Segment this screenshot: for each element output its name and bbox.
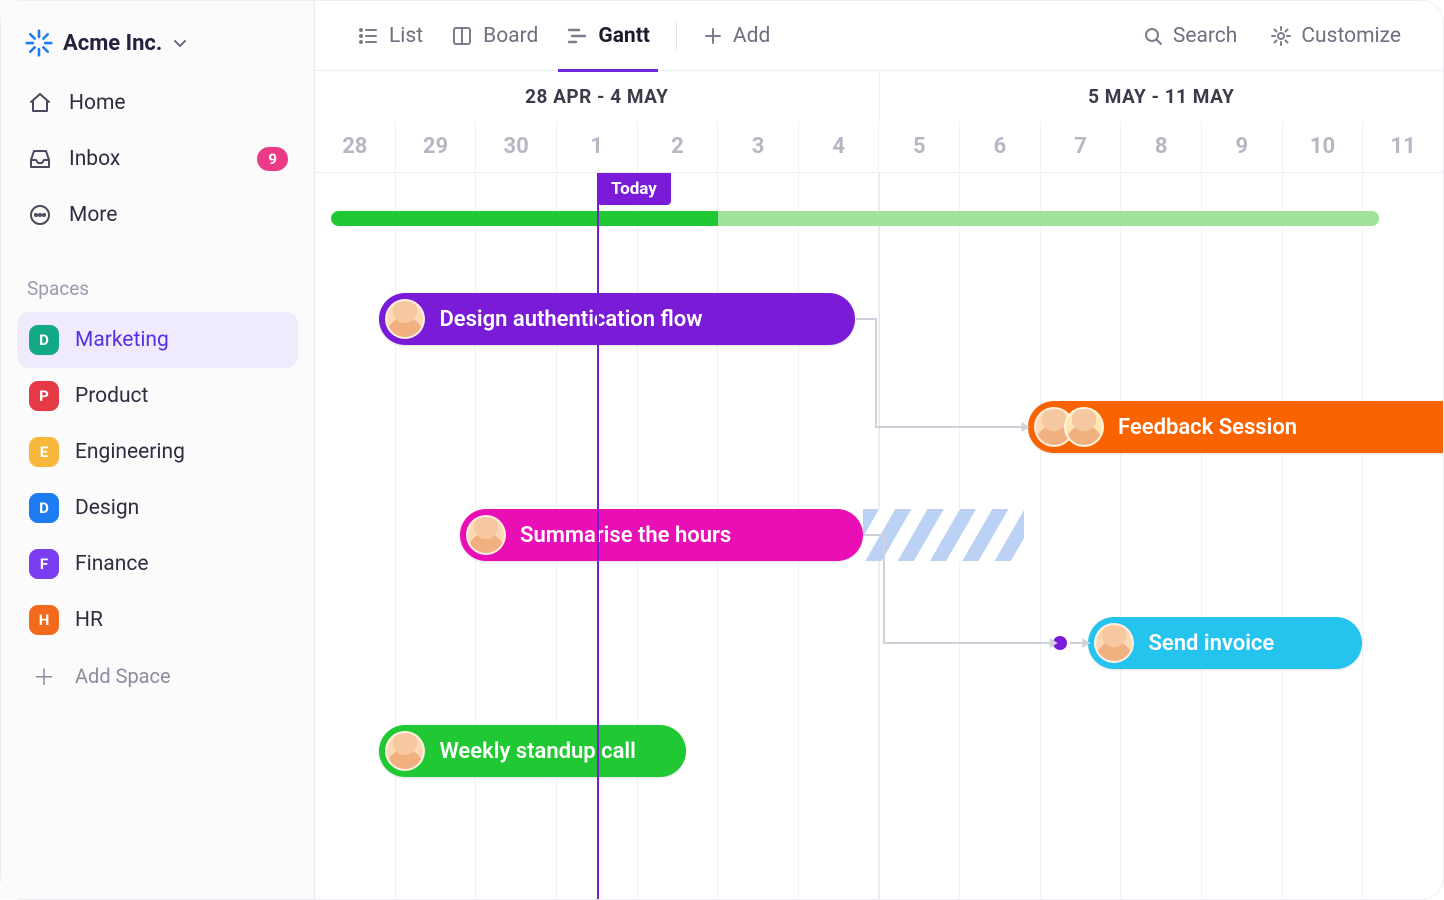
- toolbar-separator: [676, 21, 677, 51]
- day-column-header: 10: [1282, 121, 1363, 172]
- day-column-header: 2: [637, 121, 718, 172]
- workspace-logo-icon: [25, 29, 53, 57]
- day-column-header: 3: [717, 121, 798, 172]
- assignee-avatar: [385, 731, 425, 771]
- day-column-header: 4: [798, 121, 879, 172]
- search-icon: [1143, 26, 1163, 46]
- inbox-badge: 9: [257, 147, 288, 171]
- day-column-header: 30: [475, 121, 556, 172]
- space-label: Finance: [75, 552, 148, 576]
- task-label: Feedback Session: [1118, 415, 1297, 440]
- timeline-progress-bar: [331, 211, 1378, 226]
- task-label: Summarise the hours: [520, 523, 731, 548]
- task-bar[interactable]: Send invoice: [1088, 617, 1362, 669]
- gear-icon: [1271, 26, 1291, 46]
- space-chip: F: [29, 549, 59, 579]
- plus-icon: [703, 26, 723, 46]
- tab-gantt[interactable]: Gantt: [552, 1, 664, 71]
- tab-label: Board: [483, 24, 538, 48]
- timeline-header: 28 APR - 4 MAY5 MAY - 11 MAY 28293012345…: [315, 71, 1443, 173]
- chevron-down-icon: [172, 35, 188, 51]
- nav-item-home[interactable]: Home: [17, 75, 298, 131]
- task-bar[interactable]: Design authentication flow: [379, 293, 854, 345]
- dependency-arrow: [1060, 633, 1100, 653]
- nav-item-label: More: [69, 203, 117, 227]
- tab-label: List: [389, 24, 423, 48]
- task-bar[interactable]: Summarise the hours: [460, 509, 863, 561]
- board-view-icon: [451, 25, 473, 47]
- search-button[interactable]: Search: [1129, 1, 1252, 71]
- nav-item-label: Inbox: [69, 147, 120, 171]
- workspace-switcher[interactable]: Acme Inc.: [17, 21, 298, 75]
- space-item-finance[interactable]: F Finance: [17, 536, 298, 592]
- add-space-label: Add Space: [75, 664, 171, 688]
- assignee-avatar: [466, 515, 506, 555]
- space-chip: H: [29, 605, 59, 635]
- sidebar: Acme Inc. Home Inbox 9 More Spaces D Marketi…: [1, 1, 315, 899]
- list-view-icon: [357, 25, 379, 47]
- view-toolbar: List Board Gantt Add Search: [315, 1, 1443, 71]
- date-range-label: 5 MAY - 11 MAY: [879, 71, 1444, 121]
- day-column-header: 7: [1040, 121, 1121, 172]
- day-column-header: 8: [1120, 121, 1201, 172]
- main-area: List Board Gantt Add Search: [315, 1, 1443, 899]
- day-column-header: 9: [1201, 121, 1282, 172]
- customize-button[interactable]: Customize: [1257, 1, 1415, 71]
- day-column-header: 6: [959, 121, 1040, 172]
- workspace-name: Acme Inc.: [63, 31, 162, 56]
- nav-item-label: Home: [69, 91, 126, 115]
- space-item-marketing[interactable]: D Marketing: [17, 312, 298, 368]
- space-item-hr[interactable]: H HR: [17, 592, 298, 648]
- search-label: Search: [1173, 24, 1238, 48]
- day-column-header: 28: [315, 121, 395, 172]
- nav-item-more[interactable]: More: [17, 187, 298, 243]
- task-bar[interactable]: Weekly standup call: [379, 725, 685, 777]
- space-item-engineering[interactable]: E Engineering: [17, 424, 298, 480]
- add-space-button[interactable]: ＋ Add Space: [17, 648, 298, 704]
- space-label: Product: [75, 384, 148, 408]
- space-label: Engineering: [75, 440, 185, 464]
- tab-list[interactable]: List: [343, 1, 437, 71]
- dependency-arrow: [846, 309, 1040, 437]
- gantt-view-icon: [566, 25, 588, 47]
- customize-label: Customize: [1301, 24, 1401, 48]
- space-label: Marketing: [75, 328, 169, 352]
- space-chip: D: [29, 493, 59, 523]
- day-column-header: 11: [1362, 121, 1443, 172]
- day-column-header: 1: [556, 121, 637, 172]
- assignee-avatar: [385, 299, 425, 339]
- space-chip: D: [29, 325, 59, 355]
- day-column-header: 5: [878, 121, 959, 172]
- today-flag: Today: [597, 173, 671, 205]
- tab-label: Gantt: [598, 24, 650, 48]
- space-item-design[interactable]: D Design: [17, 480, 298, 536]
- spaces-heading: Spaces: [17, 243, 298, 312]
- assignee-avatars: [1034, 407, 1104, 447]
- space-label: Design: [75, 496, 139, 520]
- home-icon: [27, 91, 53, 115]
- space-item-product[interactable]: P Product: [17, 368, 298, 424]
- add-view-label: Add: [733, 24, 770, 48]
- assignee-avatar: [1094, 623, 1134, 663]
- add-view-button[interactable]: Add: [689, 1, 784, 71]
- gantt-canvas[interactable]: Today Design authentication flow Feedback …: [315, 173, 1443, 899]
- date-range-label: 28 APR - 4 MAY: [315, 71, 879, 121]
- task-label: Design authentication flow: [439, 307, 702, 332]
- space-label: HR: [75, 608, 103, 632]
- inbox-icon: [27, 147, 53, 171]
- dots-icon: [27, 203, 53, 227]
- task-bar[interactable]: Feedback Session: [1028, 401, 1443, 453]
- nav-item-inbox[interactable]: Inbox 9: [17, 131, 298, 187]
- space-chip: P: [29, 381, 59, 411]
- plus-icon: ＋: [29, 660, 59, 692]
- tab-board[interactable]: Board: [437, 1, 552, 71]
- today-line: [597, 173, 599, 899]
- day-column-header: 29: [395, 121, 476, 172]
- dependency-arrow: [854, 525, 1068, 653]
- task-label: Weekly standup call: [439, 739, 635, 764]
- task-label: Send invoice: [1148, 631, 1274, 656]
- space-chip: E: [29, 437, 59, 467]
